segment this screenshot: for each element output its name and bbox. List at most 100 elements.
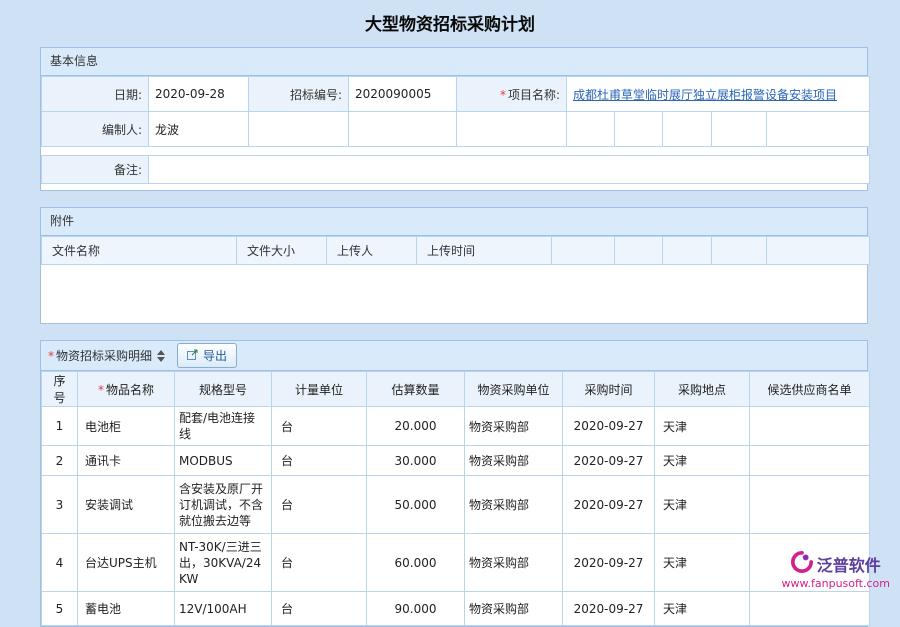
project-name-label-text: 项目名称: — [508, 88, 560, 102]
attachments-header-file-size: 文件大小 — [237, 237, 327, 265]
cell-spec: MODBUS — [175, 446, 272, 476]
empty-cell — [767, 237, 870, 265]
empty-cell — [712, 237, 767, 265]
empty-cell — [552, 237, 615, 265]
cell-dept: 物资采购部 — [465, 407, 563, 446]
basic-info-row-2: 编制人: 龙波 — [42, 112, 870, 147]
cell-unit: 台 — [272, 476, 367, 534]
cell-qty: 30.000 — [367, 446, 465, 476]
detail-header-spec: 规格型号 — [175, 372, 272, 407]
cell-suppliers — [750, 476, 870, 534]
detail-section-title: *物资招标采购明细 — [48, 347, 152, 364]
detail-header-qty: 估算数量 — [367, 372, 465, 407]
cell-spec: NT-30K/三进三出，30KVA/24KW — [175, 534, 272, 592]
detail-header-item-name-text: 物品名称 — [106, 383, 154, 397]
project-name-cell: 成都杜甫草堂临时展厅独立展柜报警设备安装项目 — [567, 77, 870, 112]
empty-cell — [663, 237, 712, 265]
export-button[interactable]: 导出 — [177, 343, 237, 368]
required-mark: * — [500, 88, 506, 102]
cell-item-name: 蓄电池 — [78, 592, 175, 626]
remark-value — [149, 156, 870, 184]
basic-info-section-title: 基本信息 — [41, 48, 867, 76]
cell-spec: 12V/100AH — [175, 592, 272, 626]
cell-place: 天津 — [655, 407, 750, 446]
attachments-table: 文件名称 文件大小 上传人 上传时间 — [41, 236, 870, 265]
cell-item-name: 台达UPS主机 — [78, 534, 175, 592]
cell-place: 天津 — [655, 476, 750, 534]
watermark: 泛普软件 www.fanpusoft.com — [782, 551, 890, 590]
attachments-header-upload-time: 上传时间 — [417, 237, 552, 265]
empty-cell — [249, 112, 349, 147]
cell-dept: 物资采购部 — [465, 592, 563, 626]
cell-place: 天津 — [655, 534, 750, 592]
empty-cell — [567, 112, 615, 147]
fanpu-logo-icon — [791, 551, 813, 576]
cell-unit: 台 — [272, 592, 367, 626]
cell-dept: 物资采购部 — [465, 446, 563, 476]
remark-row: 备注: — [42, 156, 870, 184]
export-label: 导出 — [203, 347, 227, 364]
cell-suppliers — [750, 592, 870, 626]
attachments-panel: 附件 文件名称 文件大小 上传人 上传时间 — [40, 207, 868, 324]
detail-header-dept: 物资采购单位 — [465, 372, 563, 407]
project-name-label: *项目名称: — [457, 77, 567, 112]
cell-spec: 含安装及原厂开订机调试，不含就位搬去边等 — [175, 476, 272, 534]
detail-header-row: 序号 *物品名称 规格型号 计量单位 估算数量 物资采购单位 采购时间 采购地点… — [42, 372, 870, 407]
detail-header-suppliers: 候选供应商名单 — [750, 372, 870, 407]
cell-suppliers — [750, 446, 870, 476]
table-row: 4 台达UPS主机 NT-30K/三进三出，30KVA/24KW 台 60.00… — [42, 534, 870, 592]
cell-no: 4 — [42, 534, 78, 592]
cell-item-name: 安装调试 — [78, 476, 175, 534]
detail-panel: *物资招标采购明细 导出 序号 *物品名称 规格型号 计量单位 估算数量 物资采… — [40, 340, 868, 627]
cell-place: 天津 — [655, 446, 750, 476]
cell-unit: 台 — [272, 407, 367, 446]
cell-dept: 物资采购部 — [465, 534, 563, 592]
attachments-section-title: 附件 — [41, 208, 867, 236]
empty-cell — [712, 112, 767, 147]
brand-url: www.fanpusoft.com — [782, 577, 890, 590]
cell-no: 5 — [42, 592, 78, 626]
empty-cell — [457, 112, 567, 147]
cell-date: 2020-09-27 — [563, 592, 655, 626]
empty-cell — [663, 112, 712, 147]
empty-cell — [615, 112, 663, 147]
cell-dept: 物资采购部 — [465, 476, 563, 534]
detail-header-date: 采购时间 — [563, 372, 655, 407]
export-icon — [187, 349, 198, 363]
empty-cell — [349, 112, 457, 147]
empty-cell — [767, 112, 870, 147]
detail-table: 序号 *物品名称 规格型号 计量单位 估算数量 物资采购单位 采购时间 采购地点… — [41, 371, 870, 626]
sort-icon[interactable] — [157, 350, 165, 362]
detail-header-unit: 计量单位 — [272, 372, 367, 407]
project-name-link[interactable]: 成都杜甫草堂临时展厅独立展柜报警设备安装项目 — [573, 88, 837, 102]
cell-place: 天津 — [655, 592, 750, 626]
detail-section-bar: *物资招标采购明细 导出 — [41, 341, 867, 371]
cell-no: 2 — [42, 446, 78, 476]
page-title: 大型物资招标采购计划 — [0, 0, 900, 47]
cell-date: 2020-09-27 — [563, 446, 655, 476]
empty-cell — [615, 237, 663, 265]
table-row: 3 安装调试 含安装及原厂开订机调试，不含就位搬去边等 台 50.000 物资采… — [42, 476, 870, 534]
table-row: 1 电池柜 配套/电池连接线 台 20.000 物资采购部 2020-09-27… — [42, 407, 870, 446]
required-mark: * — [98, 383, 104, 397]
cell-no: 3 — [42, 476, 78, 534]
basic-info-panel: 基本信息 日期: 2020-09-28 招标编号: 2020090005 *项目… — [40, 47, 868, 191]
cell-date: 2020-09-27 — [563, 534, 655, 592]
table-row: 2 通讯卡 MODBUS 台 30.000 物资采购部 2020-09-27 天… — [42, 446, 870, 476]
remark-label: 备注: — [42, 156, 149, 184]
attachments-empty-area — [41, 265, 867, 323]
detail-header-item-name: *物品名称 — [78, 372, 175, 407]
cell-qty: 60.000 — [367, 534, 465, 592]
detail-header-no: 序号 — [42, 372, 78, 407]
cell-suppliers — [750, 407, 870, 446]
attachments-header-uploader: 上传人 — [327, 237, 417, 265]
cell-qty: 50.000 — [367, 476, 465, 534]
attachments-header-row: 文件名称 文件大小 上传人 上传时间 — [42, 237, 870, 265]
detail-section-title-text: 物资招标采购明细 — [56, 349, 152, 363]
cell-item-name: 电池柜 — [78, 407, 175, 446]
bid-no-value: 2020090005 — [349, 77, 457, 112]
cell-date: 2020-09-27 — [563, 407, 655, 446]
detail-header-place: 采购地点 — [655, 372, 750, 407]
table-row: 5 蓄电池 12V/100AH 台 90.000 物资采购部 2020-09-2… — [42, 592, 870, 626]
cell-spec: 配套/电池连接线 — [175, 407, 272, 446]
